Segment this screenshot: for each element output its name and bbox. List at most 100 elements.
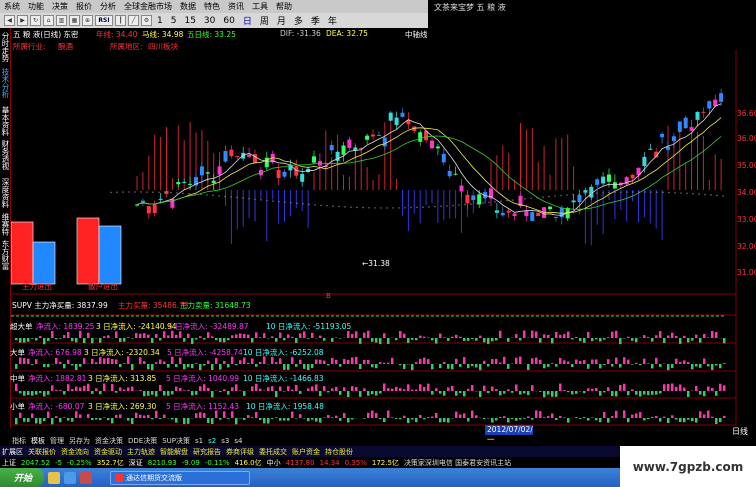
menu-item-analysis[interactable]: 分析	[96, 1, 120, 12]
flow-bar	[519, 356, 522, 364]
settings-icon[interactable]: ⚙	[141, 15, 152, 26]
menu-item-tools[interactable]: 工具	[248, 1, 272, 12]
period-60m[interactable]: 60	[220, 16, 237, 26]
flow-bar	[115, 414, 118, 418]
flow-bar	[243, 333, 246, 338]
nav-main-track[interactable]: 主力轨迹	[127, 447, 155, 457]
back-icon[interactable]: ◀	[4, 15, 15, 26]
dot	[530, 197, 532, 199]
period-1m[interactable]: 1	[154, 16, 166, 26]
tab-eastmoney[interactable]: 东方财富	[1, 240, 10, 270]
main-force-label: 主力进出	[22, 282, 52, 291]
menu-item-feature[interactable]: 特色	[200, 1, 224, 12]
flow-bar	[211, 418, 214, 425]
candle-icon[interactable]: ┃	[115, 15, 126, 26]
tab-depth[interactable]: 深度资料	[1, 178, 10, 208]
nav-orders[interactable]: 委托成交	[259, 447, 287, 457]
nav-account[interactable]: 账户资金	[292, 447, 320, 457]
flow-bar	[143, 391, 146, 397]
menu-item-decision[interactable]: 决策	[48, 1, 72, 12]
dot	[122, 191, 124, 193]
flow-bar	[339, 418, 342, 421]
dot	[266, 199, 268, 202]
tab-indicator[interactable]: 指标	[12, 436, 26, 446]
tab-s1[interactable]: s1	[195, 437, 203, 445]
tab-s3[interactable]: s3	[221, 437, 229, 445]
grid-icon[interactable]: ▦	[69, 15, 80, 26]
taskbar-app-item[interactable]: 通达信期货交流版	[110, 470, 250, 485]
ma-line-yellow	[136, 117, 722, 214]
tab-timeshare[interactable]: 分时走势	[1, 32, 10, 62]
period-quarter[interactable]: 季	[308, 14, 323, 27]
flow-bar	[123, 338, 126, 342]
menu-item-system[interactable]: 系统	[0, 1, 24, 12]
flow-bar	[163, 414, 166, 418]
flow-bar	[279, 358, 282, 364]
chart-icon[interactable]: ▥	[56, 15, 67, 26]
flow-bar	[631, 414, 634, 418]
folder-icon[interactable]	[48, 471, 60, 484]
nav-fund-drive[interactable]: 资金驱动	[94, 447, 122, 457]
tab-template[interactable]: 模板	[31, 436, 45, 446]
tab-finance[interactable]: 财务透视	[1, 140, 10, 170]
nav-smart-analysis[interactable]: 智能解盘	[160, 447, 188, 457]
flow-bar	[699, 391, 702, 395]
period-multi[interactable]: 多	[291, 14, 306, 27]
flow-bar	[567, 418, 570, 423]
nav-positions[interactable]: 持仓股份	[325, 447, 353, 457]
line-icon[interactable]: ╱	[128, 15, 139, 26]
sh-index-label[interactable]: 上证	[2, 458, 16, 468]
period-month[interactable]: 月	[274, 14, 289, 27]
nav-extended[interactable]: 扩展区	[2, 447, 23, 457]
period-15m[interactable]: 15	[181, 16, 198, 26]
period-year[interactable]: 年	[325, 14, 340, 27]
flow-bar	[91, 358, 94, 364]
tab-save-as[interactable]: 另存为	[69, 436, 90, 446]
nav-related-quote[interactable]: 关联报价	[28, 447, 56, 457]
flow-bar	[615, 330, 618, 338]
period-selector[interactable]: 日线	[720, 426, 756, 436]
period-5m[interactable]: 5	[168, 16, 180, 26]
flow-bar	[163, 361, 166, 364]
app-icon[interactable]	[80, 471, 92, 484]
refresh-icon[interactable]: ↻	[30, 15, 41, 26]
tab-dde[interactable]: DDE决策	[128, 436, 157, 446]
menu-item-quote[interactable]: 报价	[72, 1, 96, 12]
flow-bar	[587, 418, 590, 421]
browser-icon[interactable]	[64, 471, 76, 484]
nav-research[interactable]: 研究报告	[193, 447, 221, 457]
nav-rating[interactable]: 券商评级	[226, 447, 254, 457]
menu-item-data[interactable]: 数据	[176, 1, 200, 12]
tab-manage[interactable]: 管理	[50, 436, 64, 446]
menu-item-global[interactable]: 全球金融市场	[120, 1, 176, 12]
sme-index-label[interactable]: 中小	[267, 458, 281, 468]
tab-technical[interactable]: 技术分析	[1, 68, 10, 98]
flow-bar	[555, 391, 558, 397]
menu-item-function[interactable]: 功能	[24, 1, 48, 12]
candle-body	[170, 198, 175, 208]
flow-bar	[67, 418, 70, 421]
forward-icon[interactable]: ▶	[17, 15, 28, 26]
tab-fund-decision[interactable]: 资金决策	[95, 436, 123, 446]
flow-bar	[31, 413, 34, 418]
home-icon[interactable]: ⌂	[43, 15, 54, 26]
menu-item-help[interactable]: 帮助	[272, 1, 296, 12]
tab-s2[interactable]: s2	[208, 437, 216, 445]
flow-bar	[559, 415, 562, 418]
tab-s4[interactable]: s4	[234, 437, 242, 445]
start-label: 开始	[14, 474, 33, 484]
tab-basic[interactable]: 基本资料	[1, 106, 10, 136]
sz-index-label[interactable]: 深证	[129, 458, 143, 468]
period-week[interactable]: 周	[257, 14, 272, 27]
zoom-icon[interactable]: ⊕	[82, 15, 93, 26]
flow-bar	[703, 414, 706, 418]
rsi-button[interactable]: RSI	[95, 15, 113, 26]
period-30m[interactable]: 30	[201, 16, 218, 26]
flow-bar	[303, 418, 306, 419]
start-button[interactable]: 开始	[0, 468, 44, 487]
menu-item-info[interactable]: 资讯	[224, 1, 248, 12]
tab-vissett[interactable]: 维赛特	[1, 213, 10, 236]
nav-fund-flow[interactable]: 资金流向	[61, 447, 89, 457]
period-day[interactable]: 日	[240, 14, 255, 27]
tab-sup[interactable]: SUP决策	[162, 436, 190, 446]
